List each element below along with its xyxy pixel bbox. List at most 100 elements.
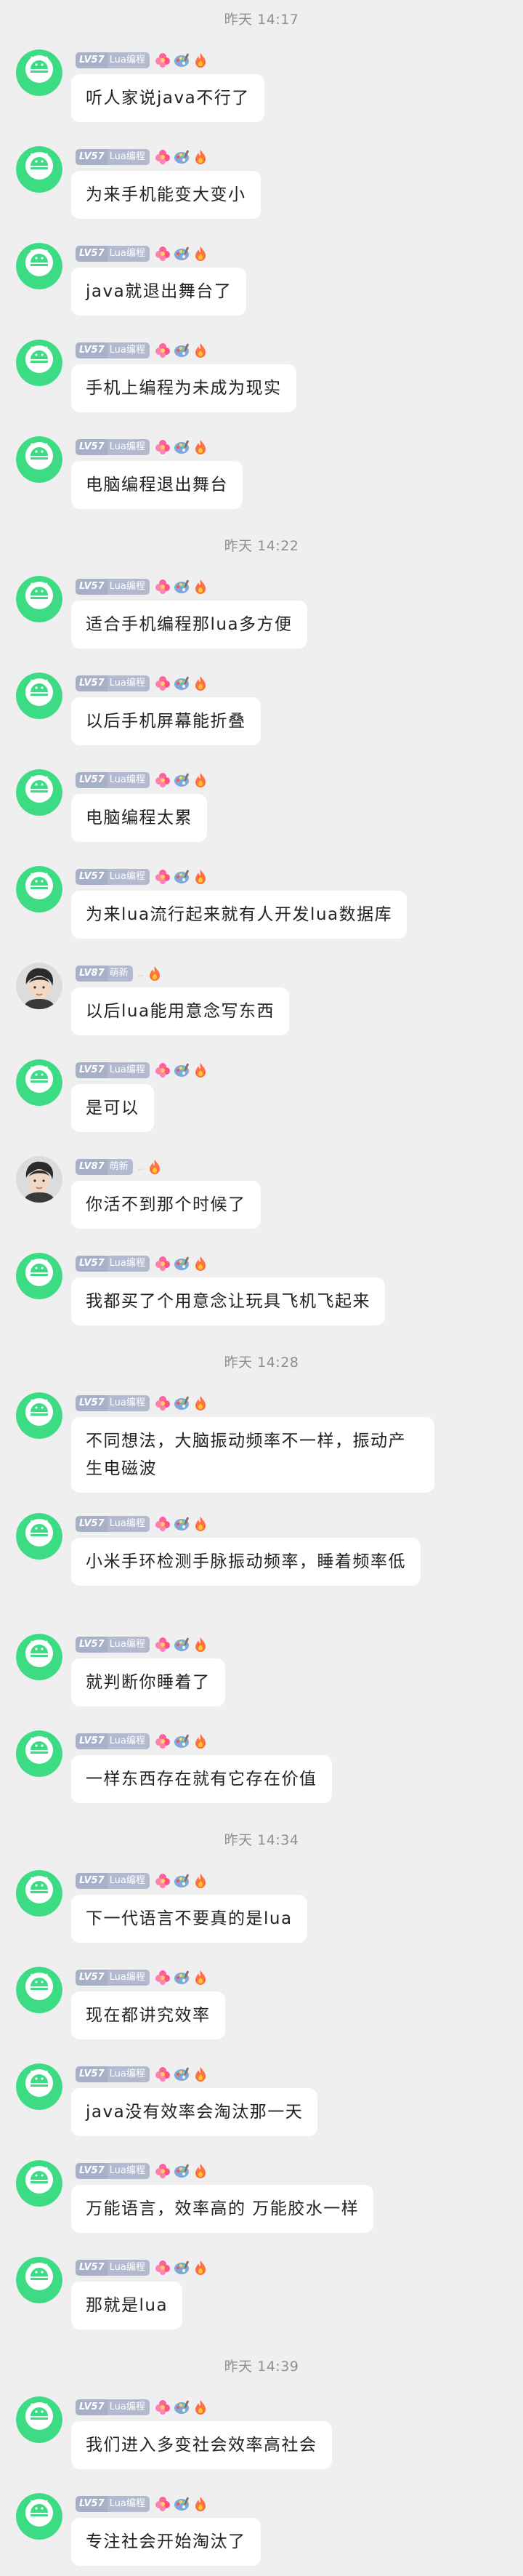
pink-flower-icon [154, 2162, 171, 2180]
fire-icon [192, 1969, 209, 1986]
message-bubble[interactable]: 电脑编程退出舞台 [71, 461, 243, 509]
android-avatar-icon[interactable] [16, 1513, 62, 1560]
message-bubble[interactable]: 现在都讲究效率 [71, 1991, 225, 2039]
android-avatar-icon[interactable] [16, 1059, 62, 1106]
level-badge: LV57 Lua编程 [76, 342, 150, 358]
pink-flower-icon [154, 1062, 171, 1079]
palette-icon [173, 771, 190, 789]
fire-icon [192, 1872, 209, 1890]
android-avatar-icon[interactable] [16, 1730, 62, 1777]
sender-meta: LV57 Lua编程 [76, 2493, 209, 2515]
level-badge: LV57 Lua编程 [76, 439, 150, 455]
android-avatar-icon[interactable] [16, 340, 62, 386]
person-avatar-icon[interactable] [16, 1156, 62, 1203]
android-avatar-icon[interactable] [16, 146, 62, 193]
message-bubble[interactable]: 一样东西存在就有它存在价值 [71, 1755, 332, 1803]
message-bubble[interactable]: java没有效率会淘汰那一天 [71, 2088, 318, 2136]
palette-icon [173, 438, 190, 456]
message-bubble[interactable]: 我们进入多变社会效率高社会 [71, 2421, 332, 2469]
person-avatar-icon[interactable] [16, 963, 62, 1009]
android-avatar-icon[interactable] [16, 2493, 62, 2540]
message-bubble[interactable]: 你活不到那个时候了 [71, 1181, 261, 1229]
sender-meta: LV57 Lua编程 [76, 1392, 209, 1414]
emblem-row [154, 342, 209, 359]
fire-icon [146, 1158, 163, 1176]
message-bubble[interactable]: 不同想法，大脑振动频率不一样，振动产生电磁波 [71, 1417, 434, 1493]
chat-history[interactable]: 昨天 14:17 LV57 Lua编程 听人家说java不行了 LV57 Lua编程… [0, 0, 523, 2576]
android-avatar-icon[interactable] [16, 436, 62, 483]
message-bubble[interactable]: 手机上编程为未成为现实 [71, 364, 296, 412]
palette-icon [173, 2162, 190, 2180]
message-bubble[interactable]: 我都买了个用意念让玩具飞机飞起来 [71, 1277, 385, 1325]
message-bubble[interactable]: 电脑编程太累 [71, 794, 207, 842]
android-avatar-icon[interactable] [16, 866, 62, 912]
sender-meta: LV87 萌新 .. [76, 963, 163, 984]
level-badge: LV57 Lua编程 [76, 772, 150, 788]
level-badge: LV57 Lua编程 [76, 2260, 150, 2276]
palette-icon [173, 342, 190, 359]
level-badge: LV57 Lua编程 [76, 2066, 150, 2082]
level-badge: LV57 Lua编程 [76, 2399, 150, 2415]
fire-icon [192, 2399, 209, 2416]
fire-icon [192, 2259, 209, 2276]
level-badge: LV57 Lua编程 [76, 579, 150, 595]
palette-icon [173, 52, 190, 69]
level-badge: LV57 Lua编程 [76, 1970, 150, 1986]
message-bubble[interactable]: 以后手机屏幕能折叠 [71, 697, 261, 745]
emblem-row [154, 2162, 209, 2180]
message-bubble[interactable]: 以后lua能用意念写东西 [71, 987, 290, 1035]
android-avatar-icon[interactable] [16, 2160, 62, 2207]
timestamp: 昨天 14:28 [224, 1355, 299, 1371]
android-avatar-icon[interactable] [16, 769, 62, 816]
sender-meta: LV57 Lua编程 [76, 1513, 209, 1535]
android-avatar-icon[interactable] [16, 49, 62, 96]
emblem-row [154, 1515, 209, 1533]
sender-meta: LV57 Lua编程 [76, 340, 209, 361]
pink-flower-icon [154, 52, 171, 69]
sender-meta: LV57 Lua编程 [76, 769, 209, 791]
message-bubble[interactable]: 专注社会开始淘汰了 [71, 2518, 261, 2566]
android-avatar-icon[interactable] [16, 1392, 62, 1439]
message-bubble[interactable]: 为来手机能变大变小 [71, 171, 261, 219]
message-bubble[interactable]: 是可以 [71, 1084, 154, 1132]
message-bubble[interactable]: 为来lua流行起来就有人开发lua数据库 [71, 891, 408, 939]
android-avatar-icon[interactable] [16, 1253, 62, 1299]
fire-icon [192, 2495, 209, 2513]
android-avatar-icon[interactable] [16, 1634, 62, 1680]
palette-icon [173, 1395, 190, 1412]
sender-meta: LV57 Lua编程 [76, 1634, 209, 1656]
fire-icon [192, 771, 209, 789]
sender-meta: LV57 Lua编程 [76, 49, 209, 71]
message-bubble[interactable]: java就退出舞台了 [71, 268, 247, 316]
android-avatar-icon[interactable] [16, 1967, 62, 2013]
level-badge: LV57 Lua编程 [76, 1062, 150, 1078]
message-bubble[interactable]: 那就是lua [71, 2282, 183, 2330]
android-avatar-icon[interactable] [16, 1870, 62, 1917]
fire-icon [192, 868, 209, 886]
android-avatar-icon[interactable] [16, 2396, 62, 2443]
message-bubble[interactable]: 万能语言，效率高的 万能胶水一样 [71, 2185, 374, 2233]
level-badge: LV57 Lua编程 [76, 2163, 150, 2179]
pink-flower-icon [154, 1733, 171, 1750]
sender-meta: LV57 Lua编程 [76, 436, 209, 458]
palette-icon [173, 1255, 190, 1272]
android-avatar-icon[interactable] [16, 576, 62, 622]
fire-icon [192, 578, 209, 595]
emblem-row [154, 675, 209, 692]
sender-meta: LV57 Lua编程 [76, 1730, 209, 1752]
android-avatar-icon[interactable] [16, 2063, 62, 2110]
android-avatar-icon[interactable] [16, 2257, 62, 2303]
message-bubble[interactable]: 适合手机编程那lua多方便 [71, 601, 307, 649]
message-bubble[interactable]: 小米手环检测手脉振动频率，睡着频率低 [71, 1538, 421, 1586]
sender-meta: LV57 Lua编程 [76, 1059, 209, 1081]
sender-meta: LV57 Lua编程 [76, 2257, 209, 2279]
message-bubble[interactable]: 下一代语言不要真的是lua [71, 1895, 307, 1943]
android-avatar-icon[interactable] [16, 673, 62, 719]
sender-meta: LV87 萌新 .. [76, 1156, 163, 1178]
level-badge: LV57 Lua编程 [76, 1733, 150, 1749]
fire-icon [192, 342, 209, 359]
message-bubble[interactable]: 听人家说java不行了 [71, 74, 264, 122]
message-bubble[interactable]: 就判断你睡着了 [71, 1658, 225, 1706]
android-avatar-icon[interactable] [16, 243, 62, 289]
level-badge: LV57 Lua编程 [76, 675, 150, 691]
